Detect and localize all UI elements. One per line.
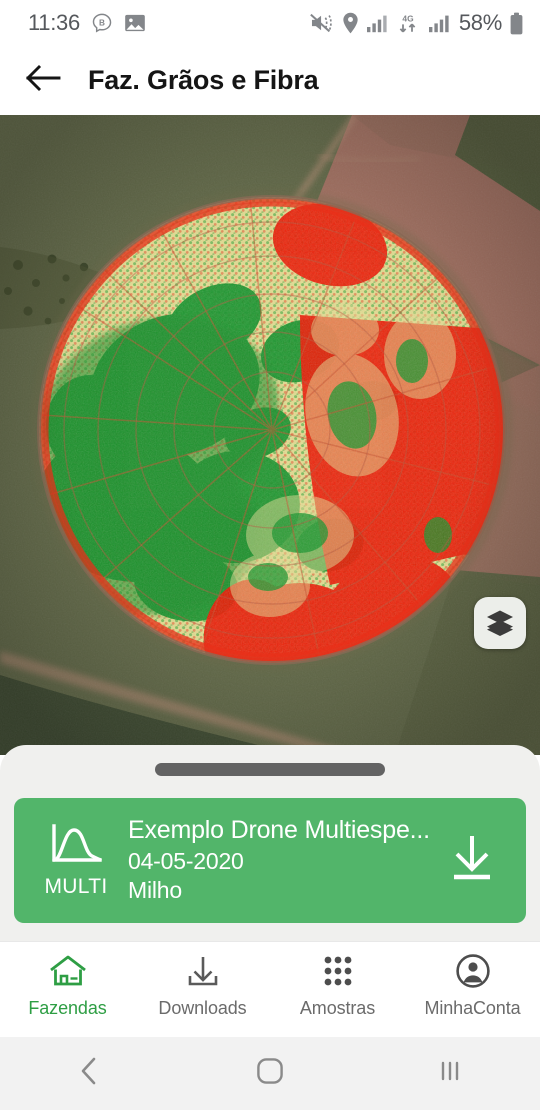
battery-icon <box>509 12 524 35</box>
survey-card-download-button[interactable] <box>436 832 508 889</box>
survey-card-badge-label: MULTI <box>44 875 108 898</box>
map-view[interactable] <box>0 115 540 755</box>
survey-card-title: Exemplo Drone Multiespe... <box>128 816 430 845</box>
svg-text:4G: 4G <box>402 14 413 24</box>
bottom-sheet: MULTI Exemplo Drone Multiespe... 04-05-2… <box>0 745 540 941</box>
account-circle-icon <box>455 952 491 990</box>
download-icon <box>446 832 498 889</box>
back-button[interactable] <box>22 60 64 102</box>
spectral-curve-icon <box>48 822 104 873</box>
chat-bubble-b-icon: B <box>91 12 113 34</box>
status-bar-left: 11:36 B <box>28 10 146 36</box>
app-bar: Faz. Grãos e Fibra <box>0 46 540 115</box>
nav-home-button[interactable] <box>225 1044 315 1104</box>
android-navigation-bar <box>0 1037 540 1110</box>
bottom-tab-bar: Fazendas Downloads Amostras MinhaConta <box>0 941 540 1037</box>
survey-card-badge: MULTI <box>28 822 124 899</box>
survey-card-crop: Milho <box>128 877 182 904</box>
4g-data-icon: 4G <box>395 12 421 34</box>
map-imagery <box>0 115 540 755</box>
tab-minhaconta[interactable]: MinhaConta <box>405 952 540 1019</box>
grid-dots-icon <box>320 952 356 990</box>
tab-amostras[interactable]: Amostras <box>270 952 405 1019</box>
nav-recents-button[interactable] <box>405 1044 495 1104</box>
signal-bars-icon <box>366 13 388 33</box>
tab-label-amostras: Amostras <box>299 998 376 1018</box>
survey-card-text: Exemplo Drone Multiespe... 04-05-2020 Mi… <box>124 815 436 905</box>
tab-label-fazendas: Fazendas <box>28 998 107 1018</box>
page-title: Faz. Grãos e Fibra <box>88 65 319 95</box>
status-bar-clock: 11:36 <box>28 10 80 35</box>
tab-label-minhaconta: MinhaConta <box>424 998 521 1018</box>
tab-downloads[interactable]: Downloads <box>135 952 270 1019</box>
signal-bars-2-icon <box>428 13 450 33</box>
svg-text:B: B <box>99 18 105 27</box>
mute-vibrate-icon <box>309 12 335 34</box>
nav-back-icon <box>77 1056 103 1091</box>
status-bar-right: 4G 58% <box>309 10 524 36</box>
map-layers-button[interactable] <box>474 597 526 649</box>
sheet-drag-handle[interactable] <box>155 763 385 776</box>
nav-home-icon <box>255 1056 285 1091</box>
location-pin-icon <box>342 12 359 34</box>
battery-percent-label: 58% <box>458 10 502 35</box>
survey-card-date: 04-05-2020 <box>128 847 244 874</box>
tab-fazendas[interactable]: Fazendas <box>0 952 135 1019</box>
nav-back-button[interactable] <box>45 1044 135 1104</box>
app-root: 11:36 B 4G 58% Faz. Grãos e Fibra MULTI … <box>0 0 540 1110</box>
status-bar: 11:36 B 4G 58% <box>0 0 540 46</box>
arrow-left-icon <box>25 64 61 97</box>
home-icon <box>48 952 88 990</box>
survey-card[interactable]: MULTI Exemplo Drone Multiespe... 04-05-2… <box>14 798 526 923</box>
gallery-icon <box>124 13 146 33</box>
nav-recents-icon <box>436 1057 464 1090</box>
tab-label-downloads: Downloads <box>158 998 247 1018</box>
layers-icon <box>485 608 515 638</box>
download-icon <box>185 952 221 990</box>
